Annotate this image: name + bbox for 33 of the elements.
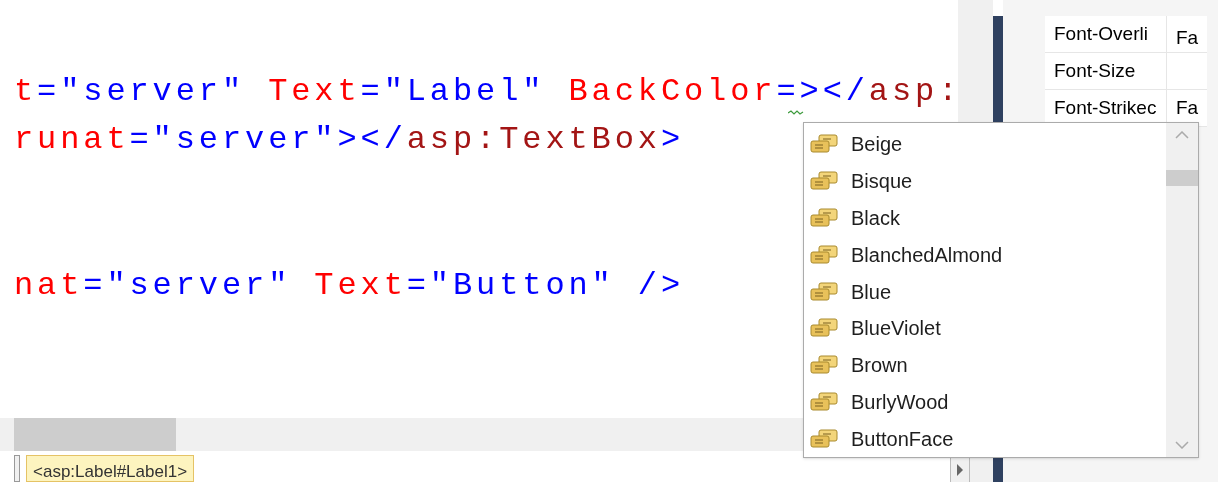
enum-value-icon bbox=[809, 133, 839, 156]
completion-item[interactable]: ButtonFace bbox=[807, 420, 1166, 458]
code-line: nat="server" Text="Button" /> bbox=[14, 270, 684, 302]
enum-value-icon bbox=[809, 280, 839, 303]
completion-item[interactable]: Black bbox=[807, 199, 1166, 237]
enum-value-icon bbox=[809, 427, 839, 450]
enum-value-icon bbox=[809, 170, 839, 193]
code-line: runat="server"></asp:TextBox> bbox=[14, 124, 684, 156]
scroll-left-button[interactable] bbox=[14, 455, 20, 482]
property-value: Fa bbox=[1175, 25, 1199, 50]
enum-value-icon bbox=[809, 390, 839, 413]
completion-item[interactable]: Blue bbox=[807, 273, 1166, 310]
completion-item[interactable]: BlanchedAlmond bbox=[807, 236, 1166, 274]
breadcrumb-tag[interactable]: <asp:Label#Label1> bbox=[26, 455, 195, 482]
enum-value-icon bbox=[809, 317, 839, 340]
down-chevron-icon[interactable] bbox=[1175, 441, 1189, 449]
scrollbar-thumb[interactable] bbox=[14, 418, 176, 451]
property-name: Font-Overli bbox=[1045, 16, 1167, 52]
completion-item[interactable]: Brown bbox=[807, 346, 1166, 384]
completion-item[interactable]: Bisque bbox=[807, 162, 1166, 200]
scrollbar-thumb[interactable] bbox=[1166, 170, 1198, 186]
completion-item[interactable]: BurlyWood bbox=[807, 383, 1166, 421]
right-arrow-icon bbox=[956, 464, 964, 476]
completion-item[interactable]: BlueViolet bbox=[807, 309, 1166, 347]
up-chevron-icon[interactable] bbox=[1175, 131, 1189, 139]
enum-value-icon bbox=[809, 354, 839, 377]
property-value: Fa bbox=[1175, 95, 1199, 120]
scroll-right-button[interactable] bbox=[950, 458, 970, 482]
completion-item[interactable]: Beige bbox=[807, 126, 1166, 163]
enum-value-icon bbox=[809, 243, 839, 266]
code-line: t="server" Text="Label" BackColor=></asp: bbox=[14, 76, 962, 108]
property-name: Font-Size bbox=[1045, 53, 1167, 89]
enum-value-icon bbox=[809, 206, 839, 229]
